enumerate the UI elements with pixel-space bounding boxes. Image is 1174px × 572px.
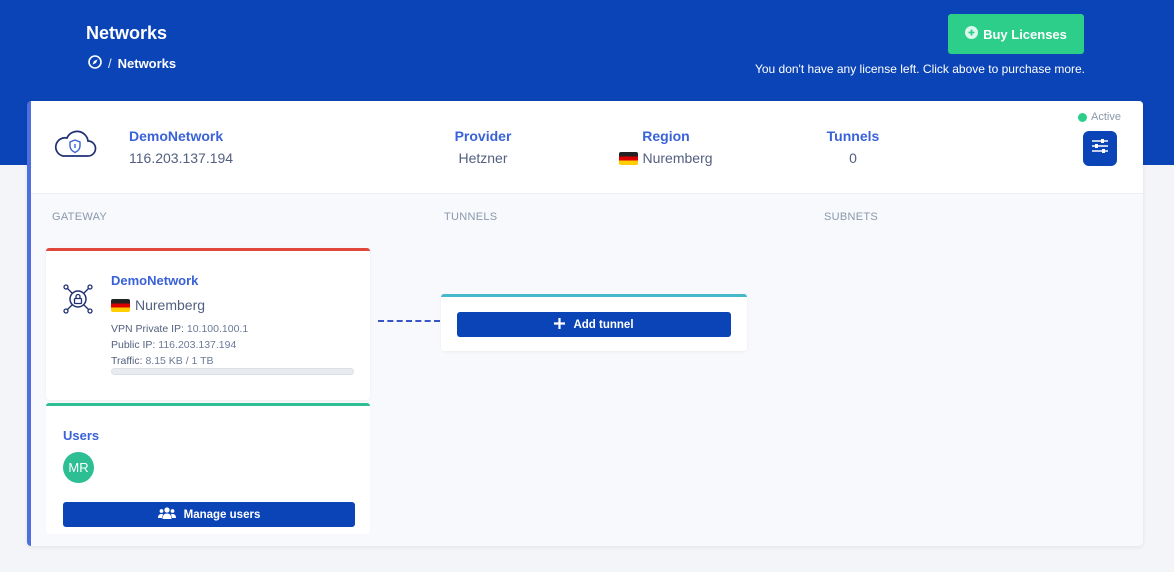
vpn-private-ip: VPN Private IP: 10.100.100.1: [111, 323, 248, 335]
germany-flag-icon: [619, 151, 639, 165]
users-icon: [157, 507, 176, 522]
germany-flag-icon: [111, 298, 130, 312]
breadcrumb: / Networks: [88, 55, 176, 72]
buy-licenses-button[interactable]: Buy Licenses: [948, 14, 1084, 54]
region-value-wrap: Nuremberg: [611, 150, 721, 166]
status-label: Active: [1091, 111, 1121, 123]
network-ip: 116.203.137.194: [129, 150, 234, 166]
users-title: Users: [63, 428, 100, 443]
vpn-ip-label: VPN Private IP:: [111, 323, 184, 335]
provider-value: Hetzner: [458, 150, 508, 166]
tunnel-card: Add tunnel: [441, 294, 747, 351]
license-note: You don't have any license left. Click a…: [754, 62, 1085, 76]
network-settings-button[interactable]: [1083, 131, 1117, 166]
gateway-region: Nuremberg: [111, 297, 205, 313]
vpn-ip-value: 10.100.100.1: [186, 323, 249, 335]
region-label: Region: [642, 128, 690, 144]
public-ip: Public IP: 116.203.137.194: [111, 339, 236, 351]
avatar[interactable]: MR: [63, 452, 94, 483]
breadcrumb-current: Networks: [117, 56, 177, 71]
tunnels-column: Tunnels 0: [813, 128, 893, 166]
gateway-name[interactable]: DemoNetwork: [111, 273, 198, 288]
gateway-tunnel-connector: [378, 320, 440, 322]
users-card: Users MR Manage users: [46, 403, 370, 534]
provider-label: Provider: [454, 128, 512, 144]
add-tunnel-label: Add tunnel: [573, 318, 634, 331]
public-ip-value: 116.203.137.194: [158, 339, 237, 351]
gateway-card: DemoNetwork Nuremberg VPN Private IP: 10…: [46, 248, 370, 400]
region-column: Region Nuremberg: [611, 128, 721, 166]
traffic-progress-bar: [111, 368, 354, 375]
network-name[interactable]: DemoNetwork: [129, 128, 223, 144]
gateway-region-value: Nuremberg: [135, 297, 206, 313]
subnets-section-label: SUBNETS: [824, 211, 879, 223]
manage-users-button[interactable]: Manage users: [63, 502, 355, 527]
add-tunnel-button[interactable]: Add tunnel: [457, 312, 731, 337]
buy-licenses-label: Buy Licenses: [983, 26, 1067, 42]
breadcrumb-separator: /: [108, 56, 112, 71]
plus-circle-icon: [965, 26, 979, 42]
tunnels-label: Tunnels: [826, 128, 880, 144]
provider-column: Provider Hetzner: [443, 128, 523, 166]
network-card: DemoNetwork 116.203.137.194 Provider Het…: [27, 101, 1143, 546]
gateway-section-label: GATEWAY: [52, 211, 108, 223]
sliders-icon: [1091, 138, 1109, 159]
status-badge: Active: [1078, 111, 1121, 123]
tunnels-count: 0: [849, 150, 857, 166]
cloud-shield-icon: [53, 127, 97, 166]
status-dot-icon: [1078, 112, 1087, 122]
network-lock-icon: [62, 283, 94, 320]
traffic-value: 8.15 KB / 1 TB: [145, 355, 214, 367]
public-ip-label: Public IP:: [111, 339, 156, 351]
compass-icon[interactable]: [88, 55, 102, 72]
traffic-label: Traffic:: [111, 355, 143, 367]
plus-icon: [554, 317, 566, 332]
tunnels-section-label: TUNNELS: [444, 211, 498, 223]
page-title: Networks: [86, 23, 168, 43]
traffic: Traffic: 8.15 KB / 1 TB: [111, 355, 214, 367]
manage-users-label: Manage users: [183, 508, 261, 521]
region-value: Nuremberg: [642, 150, 713, 166]
network-header: DemoNetwork 116.203.137.194 Provider Het…: [31, 101, 1143, 194]
